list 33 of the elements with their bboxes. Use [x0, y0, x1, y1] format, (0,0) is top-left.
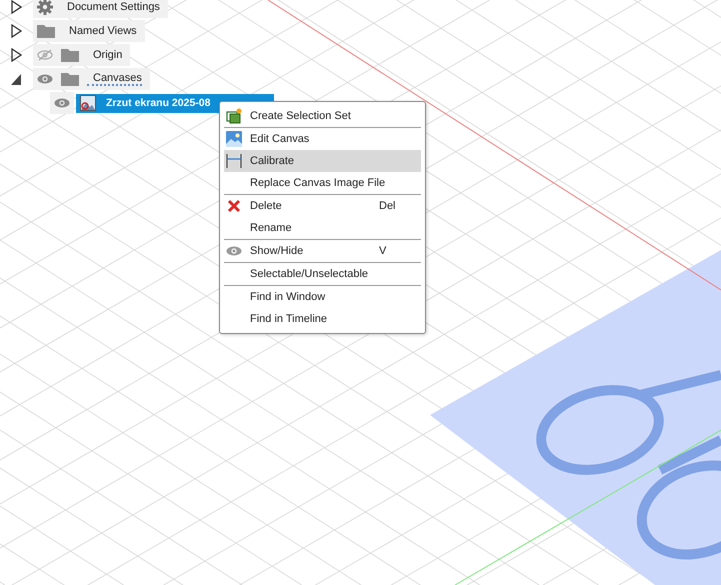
menu-item[interactable]: Show/Hide V [224, 240, 421, 262]
browser-node[interactable]: Named Views [33, 20, 145, 42]
node-label: Origin [92, 49, 122, 61]
menu-item[interactable]: Replace Canvas Image File [224, 172, 421, 194]
selection-set-icon [226, 108, 242, 124]
menu-item[interactable]: Find in Window [224, 286, 421, 308]
eye-icon[interactable] [37, 74, 53, 84]
calibrate-icon [226, 153, 242, 169]
browser-node[interactable]: Origin [33, 44, 130, 66]
browser-node[interactable]: Document Settings [33, 0, 168, 18]
folder-icon [61, 48, 79, 62]
menu-item[interactable]: Find in Timeline [224, 308, 421, 330]
expand-triangle-icon[interactable] [10, 48, 22, 62]
picture-icon [226, 131, 242, 147]
expand-triangle-icon[interactable] [10, 0, 22, 14]
node-label: Canvases [87, 72, 142, 86]
folder-icon [37, 24, 55, 38]
expand-triangle-icon[interactable] [10, 24, 22, 38]
menu-item[interactable]: Delete Del [224, 195, 421, 217]
collapse-triangle-icon[interactable] [10, 72, 22, 86]
image-icon [80, 95, 96, 111]
node-label: Named Views [68, 25, 137, 37]
eye-icon [226, 246, 242, 256]
eye-icon[interactable] [54, 98, 70, 108]
close-icon [226, 198, 242, 214]
menu-item[interactable]: Rename [224, 217, 421, 239]
node-label: Document Settings [66, 1, 160, 13]
gear-icon [37, 0, 53, 15]
browser-node[interactable]: Canvases [33, 68, 150, 90]
menu-item[interactable]: Selectable/Unselectable [224, 263, 421, 285]
menu-item[interactable]: Edit Canvas [224, 128, 421, 150]
menu-item[interactable]: Calibrate [224, 150, 421, 172]
folder-icon [61, 72, 79, 86]
